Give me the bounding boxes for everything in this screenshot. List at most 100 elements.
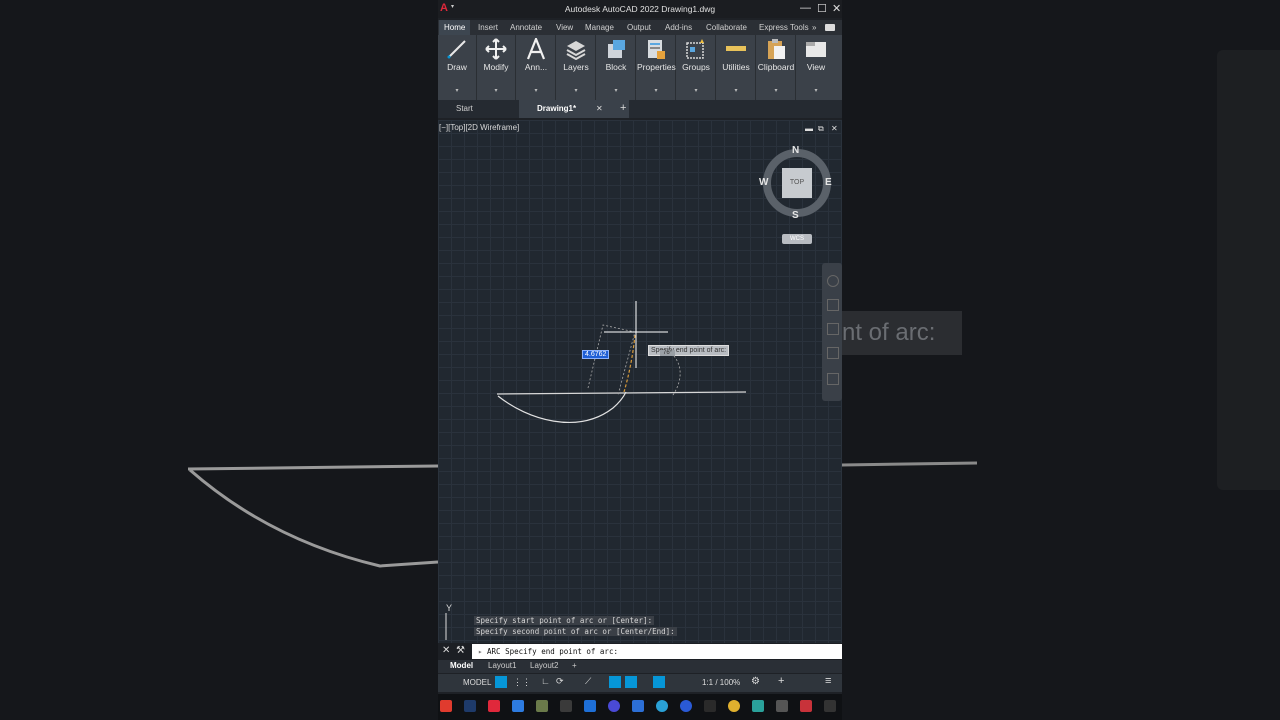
close-tab-icon[interactable]: ✕ bbox=[596, 104, 603, 113]
close-button[interactable]: ✕ bbox=[832, 2, 841, 15]
drawing-viewport[interactable]: [−][Top][2D Wireframe] ▬ ⧉ ✕ N S E W TOP… bbox=[438, 120, 842, 643]
app-icon[interactable] bbox=[512, 700, 524, 712]
chevron-down-icon[interactable]: ▾ bbox=[717, 87, 755, 94]
modify-panel-button[interactable]: Modify ▾ bbox=[477, 35, 516, 100]
drawing-canvas bbox=[445, 301, 747, 640]
app-icon[interactable] bbox=[536, 700, 548, 712]
chevron-down-icon[interactable]: ▾ bbox=[557, 87, 595, 94]
status-bar: MODEL ⋮⋮ ∟ ⟳ ⟋ 1:1 / 100% ⚙ + ≡ bbox=[438, 674, 842, 692]
model-space-button[interactable]: MODEL bbox=[463, 678, 491, 687]
gear-icon[interactable]: ⚙ bbox=[751, 676, 760, 687]
chevron-down-icon[interactable]: ▾ bbox=[477, 87, 515, 94]
chevron-down-icon[interactable]: ▾ bbox=[597, 87, 635, 94]
draw-panel-button[interactable]: Draw ▾ bbox=[438, 35, 477, 100]
app-icon[interactable] bbox=[680, 700, 692, 712]
isodraft-icon[interactable]: ⟋ bbox=[585, 676, 591, 687]
draw-panel-label: Draw bbox=[447, 62, 467, 72]
properties-panel-label: Properties bbox=[637, 62, 676, 72]
wrench-icon[interactable]: ⚒ bbox=[456, 645, 465, 656]
tab-model[interactable]: Model bbox=[450, 661, 473, 670]
tab-express-tools[interactable]: Express Tools bbox=[759, 23, 809, 32]
telegram-icon[interactable] bbox=[656, 700, 668, 712]
ribbon-overflow-icon[interactable]: » bbox=[812, 23, 816, 32]
chevron-down-icon[interactable]: ▾ bbox=[517, 87, 555, 94]
utilities-icon bbox=[726, 46, 746, 51]
app-icon[interactable] bbox=[776, 700, 788, 712]
ribbon-toggle-icon[interactable] bbox=[825, 24, 835, 31]
groups-panel-button[interactable]: Groups ▾ bbox=[677, 35, 716, 100]
tab-home[interactable]: Home bbox=[439, 20, 471, 35]
command-line-bar: ✕ ⚒ ▸ ARC Specify end point of arc: bbox=[438, 643, 842, 660]
chevron-down-icon[interactable]: ▾ bbox=[677, 87, 715, 94]
tab-collaborate[interactable]: Collaborate bbox=[706, 23, 747, 32]
add-tab-icon[interactable]: + bbox=[620, 102, 626, 114]
ribbon-panel: Draw ▾ Modify ▾ Ann... ▾ Layers ▾ Block … bbox=[438, 35, 842, 100]
app-icon[interactable] bbox=[608, 700, 620, 712]
block-panel-label: Block bbox=[605, 62, 627, 72]
clipboard-panel-button[interactable]: Clipboard ▾ bbox=[757, 35, 796, 100]
plus-icon[interactable]: + bbox=[778, 675, 784, 687]
layers-panel-button[interactable]: Layers ▾ bbox=[557, 35, 596, 100]
app-icon[interactable] bbox=[704, 700, 716, 712]
dynamic-input-angle[interactable]: 76° bbox=[660, 350, 676, 356]
background-line-graphic bbox=[842, 461, 978, 467]
tab-insert[interactable]: Insert bbox=[478, 23, 498, 32]
background-left bbox=[0, 0, 438, 720]
object-snap-icon[interactable] bbox=[625, 676, 637, 688]
ortho-icon[interactable]: ∟ bbox=[541, 676, 550, 686]
tab-output[interactable]: Output bbox=[627, 23, 651, 32]
view-panel-button[interactable]: View ▾ bbox=[797, 35, 835, 100]
annotation-panel-button[interactable]: Ann... ▾ bbox=[517, 35, 556, 100]
photoshop-icon[interactable] bbox=[464, 700, 476, 712]
tab-layout1[interactable]: Layout1 bbox=[488, 661, 516, 670]
app-icon[interactable] bbox=[752, 700, 764, 712]
tab-layout2[interactable]: Layout2 bbox=[530, 661, 558, 670]
utilities-panel-button[interactable]: Utilities ▾ bbox=[717, 35, 756, 100]
maximize-button[interactable]: ☐ bbox=[817, 2, 827, 15]
modify-panel-label: Modify bbox=[483, 62, 509, 72]
tab-manage[interactable]: Manage bbox=[585, 23, 614, 32]
tab-annotate[interactable]: Annotate bbox=[510, 23, 542, 32]
chevron-down-icon[interactable]: ▾ bbox=[637, 87, 675, 94]
tab-add-ins[interactable]: Add-ins bbox=[665, 23, 692, 32]
grid-icon[interactable] bbox=[495, 676, 507, 688]
close-icon[interactable]: ✕ bbox=[442, 645, 450, 656]
block-panel-button[interactable]: Block ▾ bbox=[597, 35, 636, 100]
tab-view[interactable]: View bbox=[556, 23, 573, 32]
command-input[interactable]: ▸ ARC Specify end point of arc: bbox=[472, 644, 842, 659]
chrome-icon[interactable] bbox=[728, 700, 740, 712]
ribbon-tab-bar: Home Insert Annotate View Manage Output … bbox=[438, 20, 842, 35]
tab-start[interactable]: Start bbox=[438, 100, 526, 118]
app-icon[interactable] bbox=[824, 700, 836, 712]
dynamic-input-length[interactable]: 4.6762 bbox=[582, 350, 610, 359]
menu-icon[interactable]: ≡ bbox=[825, 675, 831, 687]
add-layout-icon[interactable]: + bbox=[572, 661, 577, 670]
steam-icon[interactable] bbox=[584, 700, 596, 712]
command-search-icon[interactable]: ▸ bbox=[472, 647, 483, 656]
layout-tab-bar: Model Layout1 Layout2 + bbox=[438, 660, 842, 673]
background-navbar bbox=[1217, 50, 1280, 490]
app-icon[interactable] bbox=[560, 700, 572, 712]
annotation-scale-icon[interactable] bbox=[653, 676, 665, 688]
pdf-icon[interactable] bbox=[800, 700, 812, 712]
snap-icon[interactable]: ⋮⋮ bbox=[513, 677, 531, 688]
clipboard-icon bbox=[768, 39, 785, 59]
file-tab-bar: Start Drawing1* ✕ + bbox=[438, 100, 842, 118]
illustrator-icon[interactable] bbox=[440, 700, 452, 712]
semicircle-arc bbox=[497, 391, 627, 423]
minimize-button[interactable]: — bbox=[800, 2, 811, 14]
viewport-scale[interactable]: 1:1 / 100% bbox=[702, 678, 740, 687]
command-history-line: Specify second point of arc or [Center/E… bbox=[474, 627, 677, 636]
tab-drawing1[interactable]: Drawing1* bbox=[519, 100, 629, 118]
autocad-taskbar-icon[interactable] bbox=[488, 700, 500, 712]
window-title: Autodesk AutoCAD 2022 Drawing1.dwg bbox=[564, 4, 716, 14]
properties-panel-button[interactable]: Properties ▾ bbox=[637, 35, 676, 100]
app-icon[interactable] bbox=[632, 700, 644, 712]
angle-guide bbox=[669, 351, 681, 396]
tab-drawing1-label: Drawing1* bbox=[537, 104, 577, 113]
polar-icon[interactable]: ⟳ bbox=[556, 676, 564, 687]
chevron-down-icon[interactable]: ▾ bbox=[438, 87, 476, 94]
chevron-down-icon[interactable]: ▾ bbox=[757, 87, 795, 94]
object-snap-tracking-icon[interactable] bbox=[609, 676, 621, 688]
chevron-down-icon[interactable]: ▾ bbox=[797, 87, 835, 94]
